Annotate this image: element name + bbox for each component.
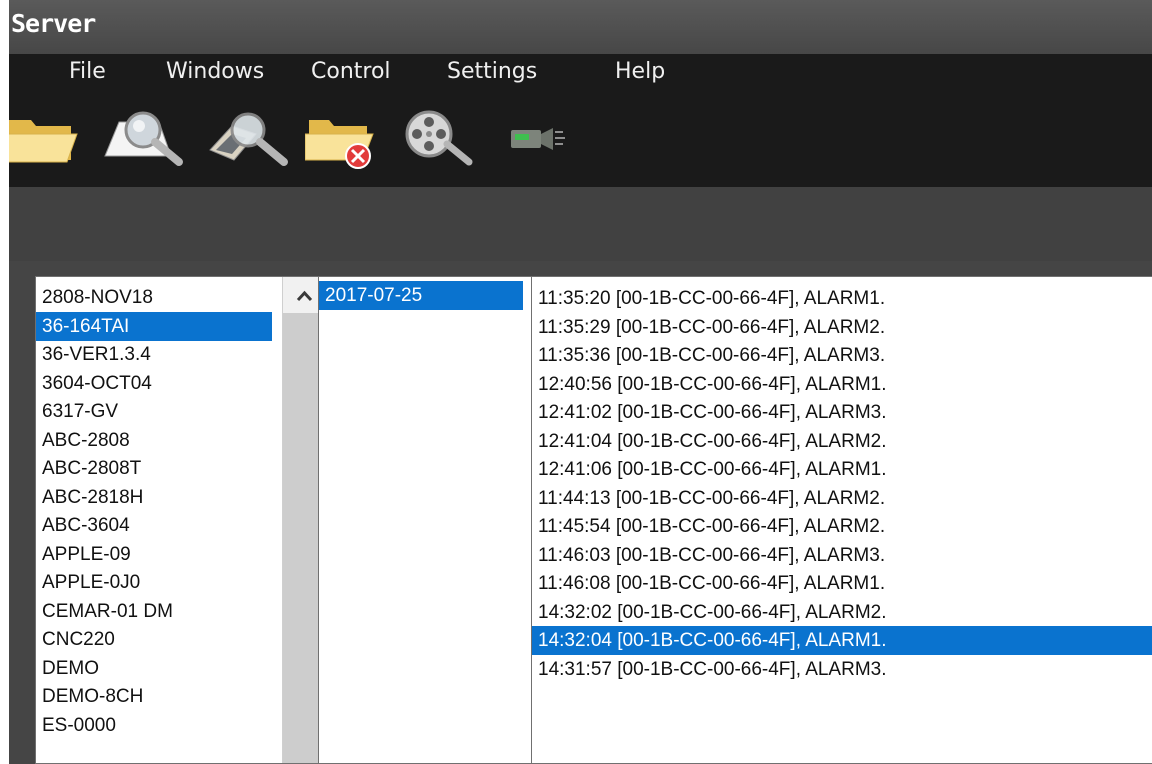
device-list-item[interactable]: ABC-2818H xyxy=(36,483,272,512)
device-list-item[interactable]: APPLE-09 xyxy=(36,540,272,569)
menu-file[interactable]: File xyxy=(69,54,106,92)
device-list-item[interactable]: 3604-OCT04 xyxy=(36,369,272,398)
title-bar[interactable]: Server xyxy=(9,0,1152,54)
menu-bar: File Windows Control Settings Help xyxy=(9,54,1152,92)
event-log-item[interactable]: 12:40:56 [00-1B-CC-00-66-4F], ALARM1. xyxy=(532,370,1152,399)
date-list[interactable]: 2017-07-25 xyxy=(318,276,532,764)
camera-icon[interactable] xyxy=(499,104,579,170)
device-list-item[interactable]: CNC220 xyxy=(36,625,272,654)
film-reel-search-icon[interactable] xyxy=(397,104,487,170)
device-list-item[interactable]: 36-164TAI xyxy=(36,311,272,341)
server-window: Server File Windows Control Settings Hel… xyxy=(9,0,1152,764)
device-list-item[interactable]: 36-VER1.3.4 xyxy=(36,340,272,369)
search-icon[interactable] xyxy=(101,104,191,170)
event-log-item[interactable]: 11:46:03 [00-1B-CC-00-66-4F], ALARM3. xyxy=(532,541,1152,570)
device-list-item[interactable]: CEMAR-01 DM xyxy=(36,597,272,626)
device-list[interactable]: 2808-NOV18 36-164TAI 36-VER1.3.4 3604-OCT04… xyxy=(35,276,327,764)
event-log-item[interactable]: 12:41:02 [00-1B-CC-00-66-4F], ALARM3. xyxy=(532,398,1152,427)
event-log-item[interactable]: 12:41:04 [00-1B-CC-00-66-4F], ALARM2. xyxy=(532,427,1152,456)
open-folder-icon[interactable] xyxy=(9,104,85,170)
device-list-item[interactable]: ABC-2808 xyxy=(36,426,272,455)
device-list-item[interactable]: 6317-GV xyxy=(36,397,272,426)
event-log-item[interactable]: 14:32:04 [00-1B-CC-00-66-4F], ALARM1. xyxy=(532,626,1152,655)
device-list-item[interactable]: ABC-3604 xyxy=(36,511,272,540)
device-list-item[interactable]: 2808-NOV18 xyxy=(36,283,272,312)
window-title: Server xyxy=(11,9,96,38)
event-log-list[interactable]: 11:35:20 [00-1B-CC-00-66-4F], ALARM1. 11:… xyxy=(531,276,1152,764)
event-log-item[interactable]: 11:35:20 [00-1B-CC-00-66-4F], ALARM1. xyxy=(532,284,1152,313)
folder-delete-icon[interactable] xyxy=(305,104,385,170)
event-log-item[interactable]: 14:32:02 [00-1B-CC-00-66-4F], ALARM2. xyxy=(532,598,1152,627)
event-log-item[interactable]: 11:45:54 [00-1B-CC-00-66-4F], ALARM2. xyxy=(532,512,1152,541)
event-log-item[interactable]: 11:46:08 [00-1B-CC-00-66-4F], ALARM1. xyxy=(532,569,1152,598)
device-list-item[interactable]: ES-0000 xyxy=(36,711,272,740)
menu-help[interactable]: Help xyxy=(615,54,665,92)
search-playback-icon[interactable] xyxy=(204,104,294,170)
event-log-item[interactable]: 12:41:06 [00-1B-CC-00-66-4F], ALARM1. xyxy=(532,455,1152,484)
menu-windows[interactable]: Windows xyxy=(166,54,264,92)
device-list-item[interactable]: ABC-2808T xyxy=(36,454,272,483)
device-list-item[interactable]: DEMO xyxy=(36,654,272,683)
device-list-item[interactable]: DEMO-8CH xyxy=(36,682,272,711)
menu-settings[interactable]: Settings xyxy=(447,54,537,92)
date-list-item[interactable]: 2017-07-25 xyxy=(319,281,523,310)
event-log-item[interactable]: 11:35:36 [00-1B-CC-00-66-4F], ALARM3. xyxy=(532,341,1152,370)
event-log-item[interactable]: 11:35:29 [00-1B-CC-00-66-4F], ALARM2. xyxy=(532,313,1152,342)
secondary-toolbar xyxy=(9,187,1152,261)
event-log-item[interactable]: 14:31:57 [00-1B-CC-00-66-4F], ALARM3. xyxy=(532,655,1152,684)
device-list-item[interactable]: APPLE-0J0 xyxy=(36,568,272,597)
toolbar xyxy=(9,92,1152,187)
event-log-item[interactable]: 11:44:13 [00-1B-CC-00-66-4F], ALARM2. xyxy=(532,484,1152,513)
menu-control[interactable]: Control xyxy=(311,54,391,92)
